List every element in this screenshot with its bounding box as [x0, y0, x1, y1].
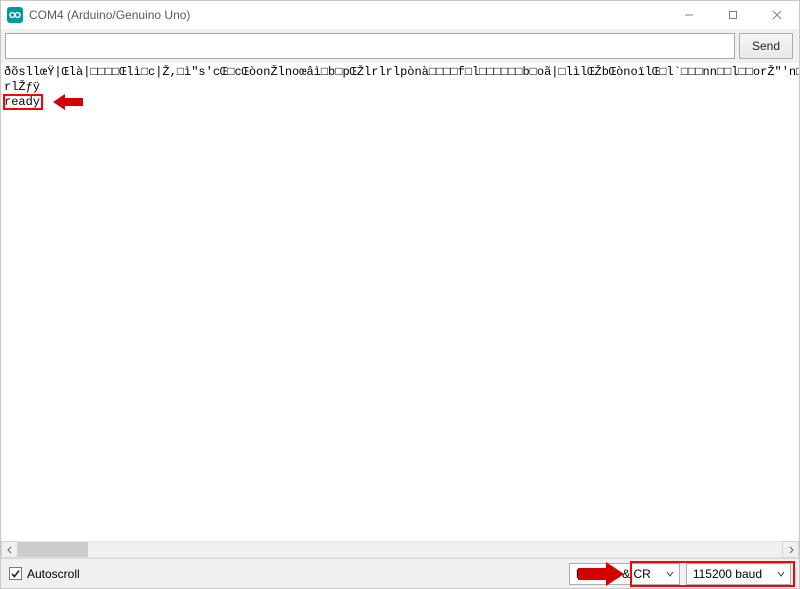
horizontal-scrollbar[interactable]: [1, 541, 799, 558]
chevron-down-icon: [776, 570, 786, 578]
autoscroll-checkbox[interactable]: Autoscroll: [9, 567, 80, 581]
output-line: ready: [4, 95, 796, 110]
window-controls: [667, 1, 799, 29]
baud-rate-select[interactable]: 115200 baud: [686, 563, 791, 585]
send-button[interactable]: Send: [739, 33, 793, 59]
checkmark-icon: [9, 567, 22, 580]
send-row: Send: [1, 29, 799, 63]
annotation-arrow-icon: [53, 93, 83, 116]
serial-monitor-window: COM4 (Arduino/Genuino Uno) Send ðõsllœŸ|…: [0, 0, 800, 589]
baud-rate-value: 115200 baud: [693, 567, 762, 581]
annotation-arrow-icon: [578, 561, 624, 587]
maximize-button[interactable]: [711, 1, 755, 29]
arduino-logo-icon: [7, 7, 23, 23]
close-button[interactable]: [755, 1, 799, 29]
minimize-button[interactable]: [667, 1, 711, 29]
chevron-down-icon: [665, 570, 675, 578]
output-line: rlŽƒÿ: [4, 80, 796, 95]
scroll-track[interactable]: [18, 541, 782, 558]
scroll-right-button[interactable]: [782, 541, 799, 558]
output-line: ðõsllœŸ|Œlà|□□□□Œlì□c|Ž,□ì"s'cŒ□cŒòonŽln…: [4, 65, 796, 80]
bottom-bar: Autoscroll Both NL & CR 115200 baud: [1, 558, 799, 588]
titlebar: COM4 (Arduino/Genuino Uno): [1, 1, 799, 29]
serial-input[interactable]: [5, 33, 735, 59]
scroll-left-button[interactable]: [1, 541, 18, 558]
autoscroll-label: Autoscroll: [27, 567, 80, 581]
window-title: COM4 (Arduino/Genuino Uno): [29, 8, 190, 22]
serial-output[interactable]: ðõsllœŸ|Œlà|□□□□Œlì□c|Ž,□ì"s'cŒ□cŒòonŽln…: [1, 63, 799, 541]
scroll-thumb[interactable]: [18, 542, 88, 557]
